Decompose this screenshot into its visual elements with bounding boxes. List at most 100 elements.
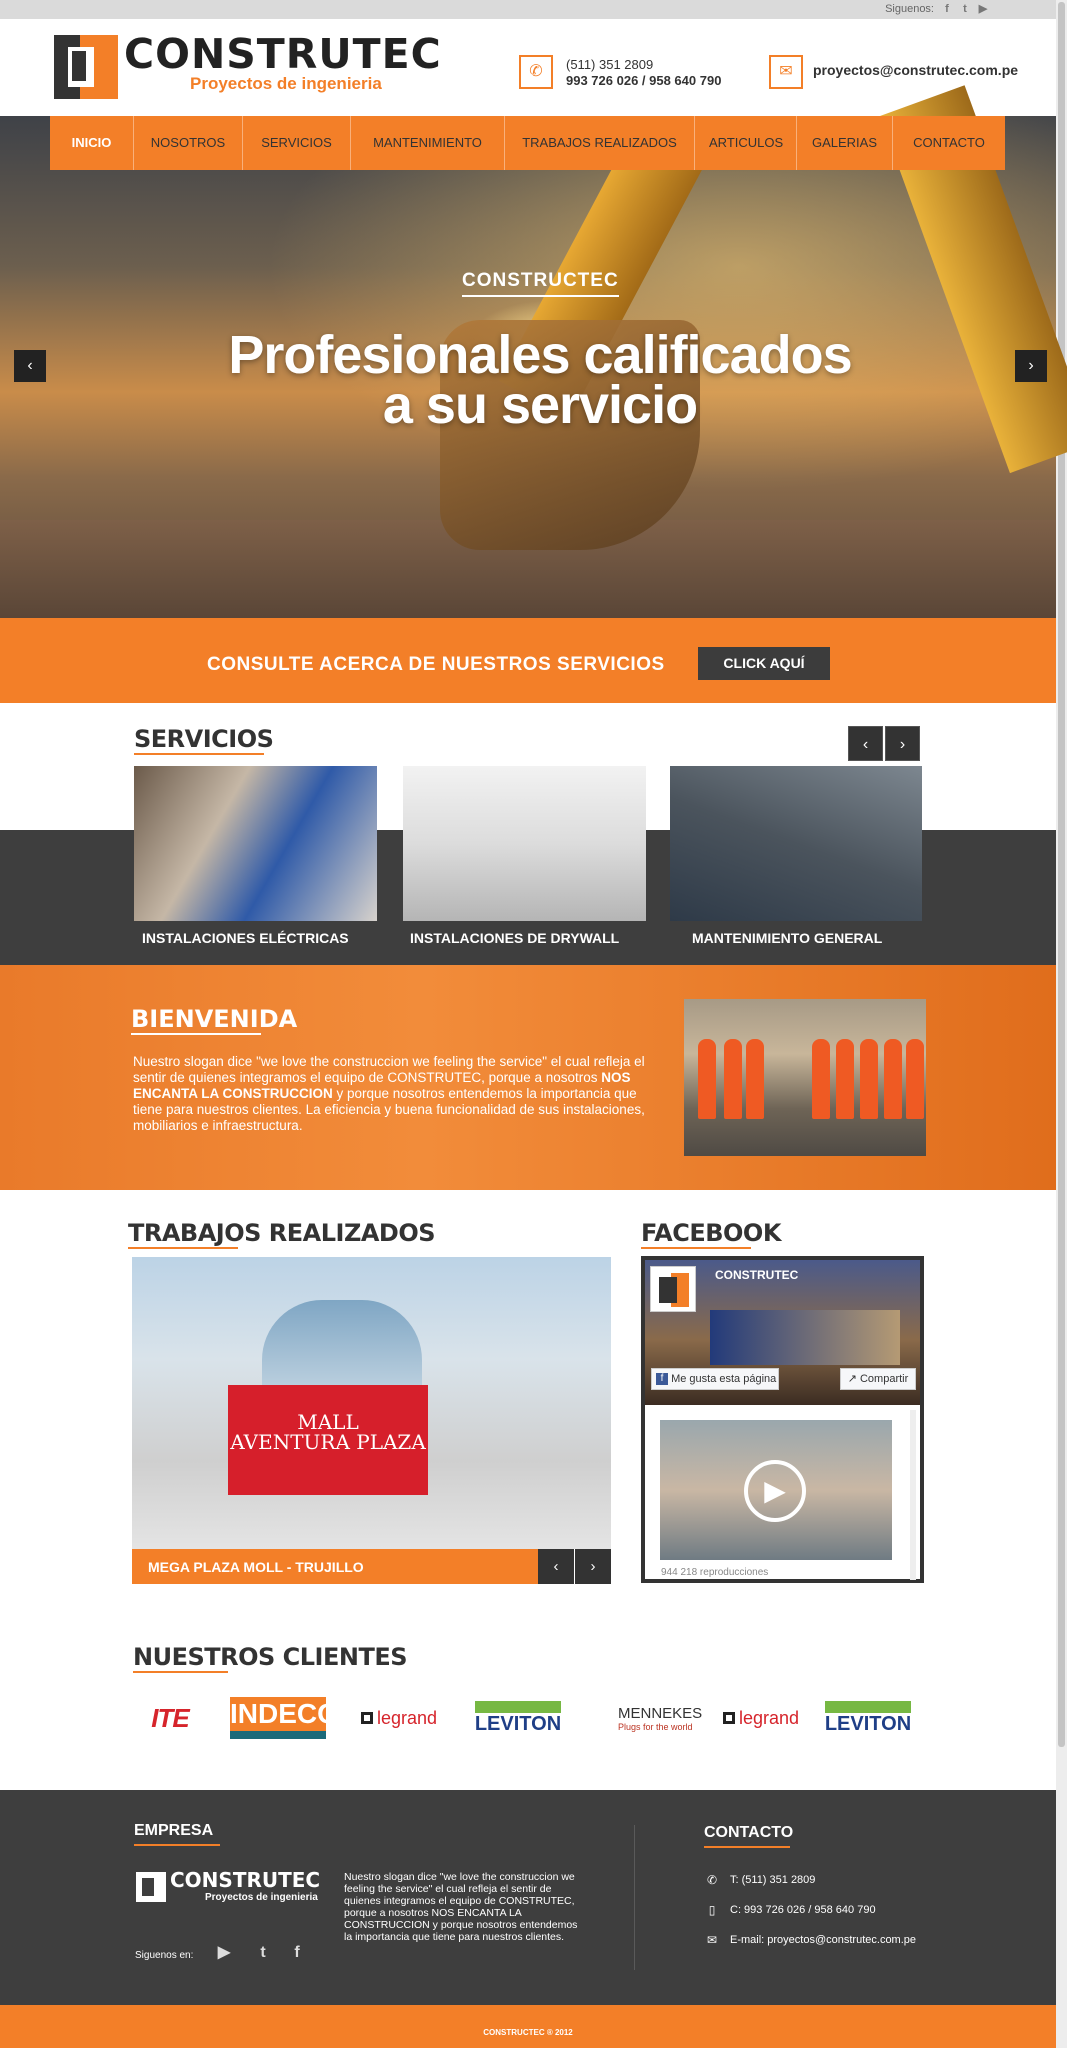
- facebook-like-label: Me gusta esta página: [671, 1373, 777, 1385]
- service-image-electrical[interactable]: [134, 766, 377, 921]
- nav-item-galerias[interactable]: GALERIAS: [797, 116, 893, 170]
- mall-sign-line2: AVENTURA PLAZA: [230, 1430, 426, 1454]
- scrollbar-thumb[interactable]: [1058, 2, 1065, 1747]
- facebook-title-underline: [641, 1247, 751, 1249]
- client-logo-legrand-2-text: legrand: [738, 1707, 800, 1728]
- twitter-icon[interactable]: t: [252, 1942, 274, 1964]
- footer-company-title: EMPRESA: [134, 1822, 214, 1839]
- brand-tagline: Proyectos de ingenieria: [190, 74, 382, 93]
- nav-item-inicio[interactable]: INICIO: [50, 116, 134, 170]
- nav-item-trabajos[interactable]: TRABAJOS REALIZADOS: [505, 116, 695, 170]
- footer-email[interactable]: E-mail: proyectos@construtec.com.pe: [730, 1934, 916, 1946]
- footer-follow-label: Siguenos en:: [135, 1950, 194, 1961]
- client-logo-ite[interactable]: ITE: [132, 1696, 208, 1740]
- welcome-title-underline: [131, 1033, 261, 1035]
- consult-text: CONSULTE ACERCA DE NUESTROS SERVICIOS: [207, 654, 665, 675]
- hero-prev-button[interactable]: ‹: [14, 350, 46, 382]
- click-here-button[interactable]: CLICK AQUÍ: [698, 647, 830, 680]
- header-email[interactable]: proyectos@construtec.com.pe: [813, 62, 1018, 78]
- services-next-button[interactable]: ›: [885, 726, 920, 761]
- works-prev-button[interactable]: ‹: [538, 1549, 574, 1584]
- facebook-scrollbar[interactable]: [910, 1410, 916, 1580]
- nav-item-nosotros[interactable]: NOSOTROS: [134, 116, 243, 170]
- phone-icon: ✆: [519, 55, 553, 89]
- hero-kicker: CONSTRUCTEC: [462, 270, 619, 297]
- share-icon: ↗: [847, 1373, 857, 1385]
- client-logo-leviton-1[interactable]: LEVITON: [470, 1696, 566, 1740]
- mail-icon: ✉: [769, 55, 803, 89]
- facebook-page-logo[interactable]: [650, 1266, 696, 1312]
- nav-item-mantenimiento[interactable]: MANTENIMIENTO: [351, 116, 505, 170]
- youtube-icon[interactable]: ▶: [976, 2, 990, 16]
- client-logo-leviton-2-text: LEVITON: [824, 1700, 912, 1736]
- footer-contact-title: CONTACTO: [704, 1824, 794, 1841]
- client-logo-mennekes[interactable]: MENNEKES Plugs for the world: [600, 1696, 703, 1740]
- services-prev-button[interactable]: ‹: [848, 726, 883, 761]
- service-caption-drywall[interactable]: INSTALACIONES DE DRYWALL: [410, 930, 619, 946]
- mall-sign-line1: MALL: [297, 1410, 359, 1434]
- welcome-text-part1: Nuestro slogan dice "we love the constru…: [133, 1054, 645, 1085]
- footer-tagline: Proyectos de ingenieria: [205, 1892, 318, 1903]
- footer-contact-underline: [704, 1846, 790, 1848]
- hero-title-line2: a su servicio: [382, 375, 698, 435]
- works-title-underline: [128, 1247, 238, 1249]
- service-image-maintenance[interactable]: [670, 766, 922, 921]
- client-logo-legrand-2[interactable]: legrand: [720, 1696, 802, 1740]
- facebook-page-name[interactable]: CONSTRUTEC: [715, 1268, 798, 1282]
- phone-icon: ✆: [706, 1873, 718, 1887]
- mall-sign: MALL AVENTURA PLAZA: [228, 1412, 428, 1452]
- logo-icon[interactable]: [54, 35, 118, 99]
- facebook-icon[interactable]: f: [940, 2, 954, 16]
- clients-title-underline: [133, 1671, 228, 1673]
- welcome-title: BIENVENIDA: [131, 1005, 298, 1033]
- client-logo-indeco-text: INDECO: [230, 1697, 339, 1731]
- youtube-icon[interactable]: ▶: [213, 1942, 235, 1964]
- footer-logo-icon[interactable]: [136, 1872, 166, 1902]
- facebook-cover-truck: [710, 1310, 900, 1365]
- hero-title-line1: Profesionales calificados: [228, 325, 852, 385]
- copyright-text: CONSTRUCTEC ® 2012: [483, 2028, 573, 2037]
- footer-cell: C: 993 726 026 / 958 640 790: [730, 1904, 876, 1916]
- team-photo: [684, 999, 926, 1156]
- hero-next-button[interactable]: ›: [1015, 350, 1047, 382]
- clients-title: NUESTROS CLIENTES: [133, 1643, 408, 1671]
- service-image-drywall[interactable]: [403, 766, 646, 921]
- facebook-title: FACEBOOK: [641, 1219, 781, 1247]
- nav-item-articulos[interactable]: ARTICULOS: [695, 116, 797, 170]
- header-mobile: 993 726 026 / 958 640 790: [566, 73, 722, 88]
- brand-name[interactable]: CONSTRUTEC: [124, 30, 442, 78]
- client-logo-indeco[interactable]: INDECO: [230, 1696, 339, 1740]
- footer-phone: T: (511) 351 2809: [730, 1874, 816, 1886]
- facebook-like-button[interactable]: f Me gusta esta página: [651, 1368, 779, 1390]
- footer-divider: [634, 1825, 635, 1970]
- service-caption-maintenance[interactable]: MANTENIMIENTO GENERAL: [692, 930, 882, 946]
- services-title-underline: [134, 753, 264, 755]
- footer-about-text: Nuestro slogan dice "we love the constru…: [344, 1871, 578, 1943]
- footer-brand[interactable]: CONSTRUTEC: [170, 1868, 320, 1892]
- facebook-video-views: 944 218 reproducciones: [661, 1567, 769, 1578]
- main-nav: INICIO NOSOTROS SERVICIOS MANTENIMIENTO …: [50, 116, 1005, 170]
- client-logo-legrand-1[interactable]: legrand: [356, 1696, 442, 1740]
- mobile-icon: ▯: [708, 1903, 716, 1917]
- play-icon[interactable]: ▶: [744, 1460, 806, 1522]
- mail-icon: ✉: [706, 1933, 718, 1947]
- nav-item-contacto[interactable]: CONTACTO: [893, 116, 1005, 170]
- client-logo-leviton-2[interactable]: LEVITON: [820, 1696, 916, 1740]
- services-title: SERVICIOS: [134, 725, 274, 753]
- follow-label: Siguenos:: [885, 3, 934, 15]
- twitter-icon[interactable]: t: [958, 2, 972, 16]
- copyright-bar: [0, 2005, 1056, 2048]
- client-logo-legrand-1-text: legrand: [376, 1707, 438, 1728]
- client-logo-leviton-1-text: LEVITON: [474, 1700, 562, 1736]
- facebook-icon[interactable]: f: [286, 1942, 308, 1964]
- service-caption-electrical[interactable]: INSTALACIONES ELÉCTRICAS: [142, 930, 349, 946]
- facebook-share-label: Compartir: [859, 1373, 909, 1385]
- nav-item-servicios[interactable]: SERVICIOS: [243, 116, 351, 170]
- facebook-share-button[interactable]: ↗ Compartir: [840, 1368, 916, 1390]
- hero-title: Profesionales calificados a su servicio: [150, 325, 930, 435]
- works-next-button[interactable]: ›: [575, 1549, 611, 1584]
- works-caption[interactable]: MEGA PLAZA MOLL - TRUJILLO: [148, 1559, 364, 1575]
- client-logo-mennekes-text: MENNEKES: [618, 1704, 703, 1722]
- footer-company-underline: [134, 1844, 220, 1846]
- works-title: TRABAJOS REALIZADOS: [128, 1219, 436, 1247]
